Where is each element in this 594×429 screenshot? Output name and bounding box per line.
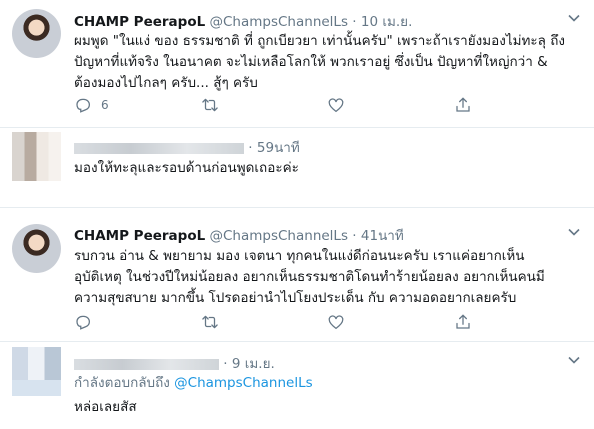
timestamp[interactable]: 59นาที bbox=[257, 140, 300, 156]
timestamp[interactable]: 41นาที bbox=[361, 228, 404, 244]
chevron-down-icon[interactable] bbox=[568, 226, 580, 238]
reply-button[interactable]: 6 bbox=[74, 96, 134, 114]
tweet-header: CHAMP PeerapoL @ChampsChannelLs · 10 เม.… bbox=[74, 10, 412, 32]
author-handle[interactable]: @ChampsChannelLs bbox=[210, 228, 349, 244]
retweet-button[interactable] bbox=[201, 313, 261, 331]
retweet-icon bbox=[201, 98, 218, 112]
separator: · bbox=[352, 14, 357, 30]
reply-count: 6 bbox=[101, 98, 109, 112]
blurred-username bbox=[74, 358, 219, 370]
avatar[interactable] bbox=[12, 347, 61, 396]
reply-icon bbox=[76, 98, 91, 113]
separator: · bbox=[352, 228, 357, 244]
tweet-1[interactable]: CHAMP PeerapoL @ChampsChannelLs · 10 เม.… bbox=[0, 0, 594, 128]
tweet-2[interactable]: · 59นาที มองให้ทะลุและรอบด้านก่อนพูดเถอะ… bbox=[0, 128, 594, 208]
like-button[interactable] bbox=[327, 313, 387, 331]
share-button[interactable] bbox=[454, 96, 514, 114]
retweet-icon bbox=[201, 315, 218, 329]
tweet-3[interactable]: CHAMP PeerapoL @ChampsChannelLs · 41นาที… bbox=[0, 208, 594, 342]
replying-handle-link[interactable]: @ChampsChannelLs bbox=[174, 375, 313, 391]
tweet-text: กำลังตอบกลับถึง @ChampsChannelLs หล่อเลย… bbox=[74, 373, 579, 418]
share-icon bbox=[456, 97, 470, 112]
tweet-text: ผมพูด "ในแง่ ของ ธรรมชาติ ที่ ถูกเบียวยา… bbox=[74, 31, 579, 94]
chevron-down-icon[interactable] bbox=[568, 12, 580, 24]
tweet-text-line: ปัญหาที่แท้จริง ในอนาคต จะไม่เหลือโลกให้… bbox=[74, 54, 548, 70]
like-button[interactable] bbox=[327, 96, 387, 114]
tweet-text-line: ความสุขสบาย มากขึ้น โปรดอย่านำไปโยงประเด… bbox=[74, 290, 517, 306]
tweet-text-line: ผมพูด "ในแง่ ของ ธรรมชาติ ที่ ถูกเบียวยา… bbox=[74, 33, 566, 49]
tweet-text-line: ต้องมองไปไกลๆ ครับ... สู้ๆ ครับ bbox=[74, 75, 258, 91]
reply-icon bbox=[76, 315, 91, 330]
tweet-actions: 6 bbox=[74, 95, 514, 115]
blurred-username bbox=[74, 142, 244, 154]
avatar[interactable] bbox=[12, 132, 61, 181]
separator: · bbox=[223, 356, 228, 372]
tweet-text: รบกวน อ่าน & พยายาม มอง เจตนา ทุกคนในแง่… bbox=[74, 246, 579, 309]
reply-button[interactable] bbox=[74, 313, 134, 331]
chevron-down-icon[interactable] bbox=[568, 354, 580, 366]
heart-icon bbox=[328, 98, 344, 113]
share-icon bbox=[456, 314, 470, 329]
replying-to: กำลังตอบกลับถึง @ChampsChannelLs bbox=[74, 373, 579, 394]
share-button[interactable] bbox=[454, 313, 514, 331]
author-name[interactable]: CHAMP PeerapoL bbox=[74, 228, 205, 244]
tweet-header: CHAMP PeerapoL @ChampsChannelLs · 41นาที bbox=[74, 224, 404, 246]
timestamp[interactable]: 10 เม.ย. bbox=[361, 14, 412, 30]
tweet-text-line: รบกวน อ่าน & พยายาม มอง เจตนา ทุกคนในแง่… bbox=[74, 248, 525, 264]
timestamp[interactable]: 9 เม.ย. bbox=[232, 356, 275, 372]
tweet-text: มองให้ทะลุและรอบด้านก่อนพูดเถอะค่ะ bbox=[74, 158, 579, 179]
author-handle[interactable]: @ChampsChannelLs bbox=[210, 14, 349, 30]
tweet-actions bbox=[74, 312, 514, 332]
tweet-4[interactable]: · 9 เม.ย. กำลังตอบกลับถึง @ChampsChannel… bbox=[0, 342, 594, 429]
avatar[interactable] bbox=[12, 224, 61, 273]
heart-icon bbox=[328, 315, 344, 330]
replying-label: กำลังตอบกลับถึง bbox=[74, 375, 170, 391]
retweet-button[interactable] bbox=[201, 96, 261, 114]
tweet-header: · 59นาที bbox=[74, 136, 300, 158]
tweet-text-line: หล่อเลยสัส bbox=[74, 399, 137, 415]
tweet-header: · 9 เม.ย. bbox=[74, 352, 275, 374]
author-name[interactable]: CHAMP PeerapoL bbox=[74, 14, 205, 30]
separator: · bbox=[248, 140, 253, 156]
tweet-text-line: อุบัติเหตุ ในช่วงปีใหม่น้อยลง อยากเห็นธร… bbox=[74, 269, 545, 285]
tweet-text-line: มองให้ทะลุและรอบด้านก่อนพูดเถอะค่ะ bbox=[74, 160, 299, 176]
avatar[interactable] bbox=[12, 9, 61, 58]
